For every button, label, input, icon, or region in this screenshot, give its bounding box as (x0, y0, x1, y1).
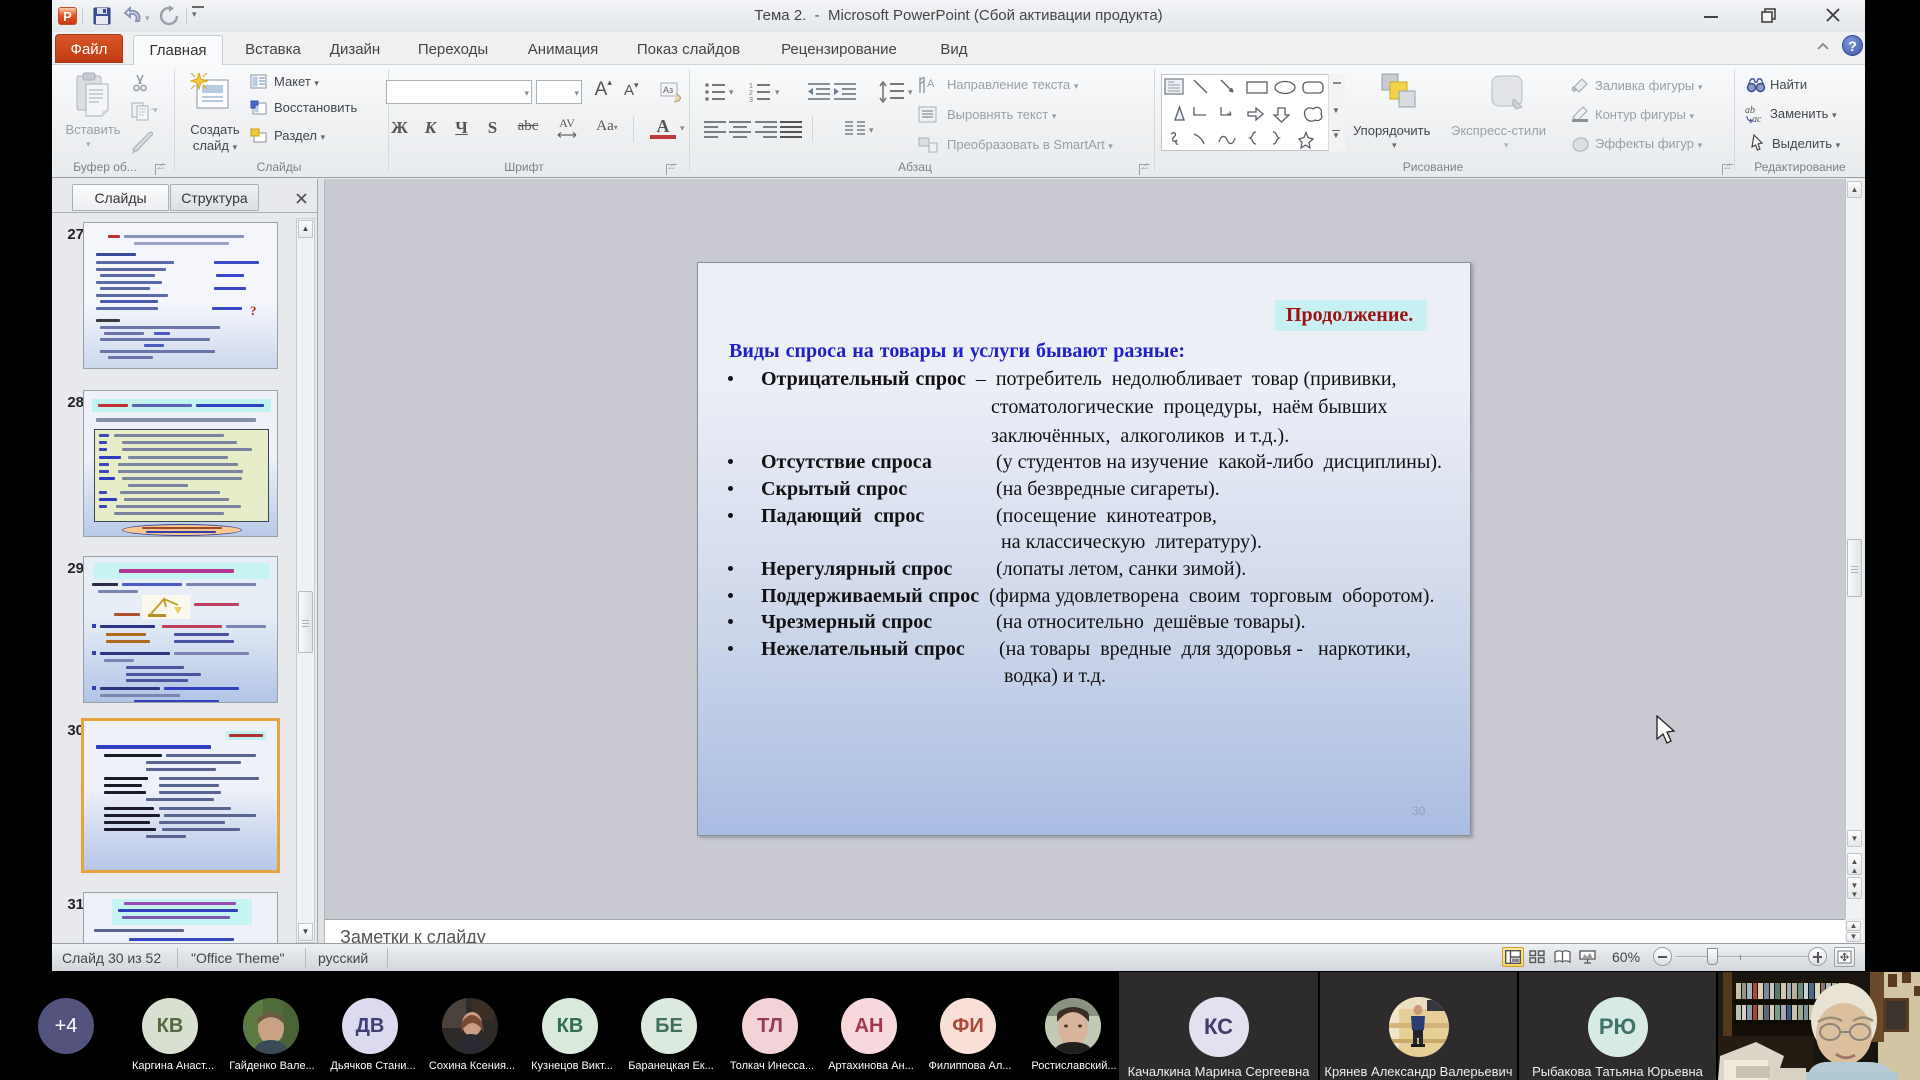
svg-text:2: 2 (749, 90, 753, 97)
svg-text:1: 1 (749, 83, 753, 90)
svg-text:Аз: Аз (663, 85, 673, 95)
svg-text:А: А (927, 78, 935, 90)
svg-text:ac: ac (1752, 114, 1762, 124)
svg-text:3: 3 (749, 97, 753, 104)
